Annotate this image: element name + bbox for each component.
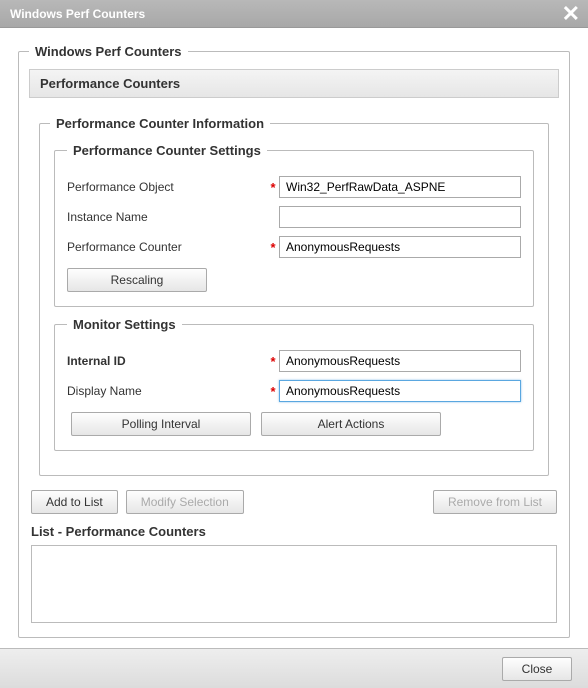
label-display-name: Display Name: [67, 384, 267, 398]
info-legend: Performance Counter Information: [50, 116, 270, 131]
action-row: Add to List Modify Selection Remove from…: [31, 490, 557, 514]
list-box[interactable]: [31, 545, 557, 623]
row-display-name: Display Name *: [67, 380, 521, 402]
input-perf-object[interactable]: [279, 176, 521, 198]
polling-interval-button[interactable]: Polling Interval: [71, 412, 251, 436]
input-internal-id[interactable]: [279, 350, 521, 372]
window-title: Windows Perf Counters: [10, 7, 145, 21]
remove-from-list-button: Remove from List: [433, 490, 557, 514]
section-header: Performance Counters: [29, 69, 559, 98]
outer-fieldset: Windows Perf Counters Performance Counte…: [18, 44, 570, 638]
label-perf-counter: Performance Counter: [67, 240, 267, 254]
close-icon[interactable]: ✕: [562, 0, 580, 28]
settings-fieldset: Performance Counter Settings Performance…: [54, 143, 534, 307]
label-internal-id: Internal ID: [67, 354, 267, 368]
modify-selection-button: Modify Selection: [126, 490, 244, 514]
main-area: Windows Perf Counters Performance Counte…: [0, 28, 588, 638]
settings-legend: Performance Counter Settings: [67, 143, 267, 158]
row-instance-name: Instance Name *: [67, 206, 521, 228]
input-perf-counter[interactable]: [279, 236, 521, 258]
alert-actions-button[interactable]: Alert Actions: [261, 412, 441, 436]
rescaling-button[interactable]: Rescaling: [67, 268, 207, 292]
footer: Close: [0, 648, 588, 688]
list-title: List - Performance Counters: [31, 524, 557, 539]
rescaling-row: Rescaling: [67, 268, 521, 292]
close-button[interactable]: Close: [502, 657, 572, 681]
monitor-button-row: Polling Interval Alert Actions: [71, 412, 521, 436]
row-perf-counter: Performance Counter *: [67, 236, 521, 258]
monitor-legend: Monitor Settings: [67, 317, 182, 332]
outer-legend: Windows Perf Counters: [29, 44, 188, 59]
label-perf-object: Performance Object: [67, 180, 267, 194]
spacer: [252, 490, 425, 514]
monitor-fieldset: Monitor Settings Internal ID * Display N…: [54, 317, 534, 451]
required-icon: *: [267, 384, 279, 399]
input-instance-name[interactable]: [279, 206, 521, 228]
required-icon: *: [267, 180, 279, 195]
required-icon: *: [267, 240, 279, 255]
required-icon: *: [267, 354, 279, 369]
add-to-list-button[interactable]: Add to List: [31, 490, 118, 514]
input-display-name[interactable]: [279, 380, 521, 402]
titlebar: Windows Perf Counters ✕: [0, 0, 588, 28]
label-instance-name: Instance Name: [67, 210, 267, 224]
row-internal-id: Internal ID *: [67, 350, 521, 372]
row-perf-object: Performance Object *: [67, 176, 521, 198]
info-fieldset: Performance Counter Information Performa…: [39, 116, 549, 476]
